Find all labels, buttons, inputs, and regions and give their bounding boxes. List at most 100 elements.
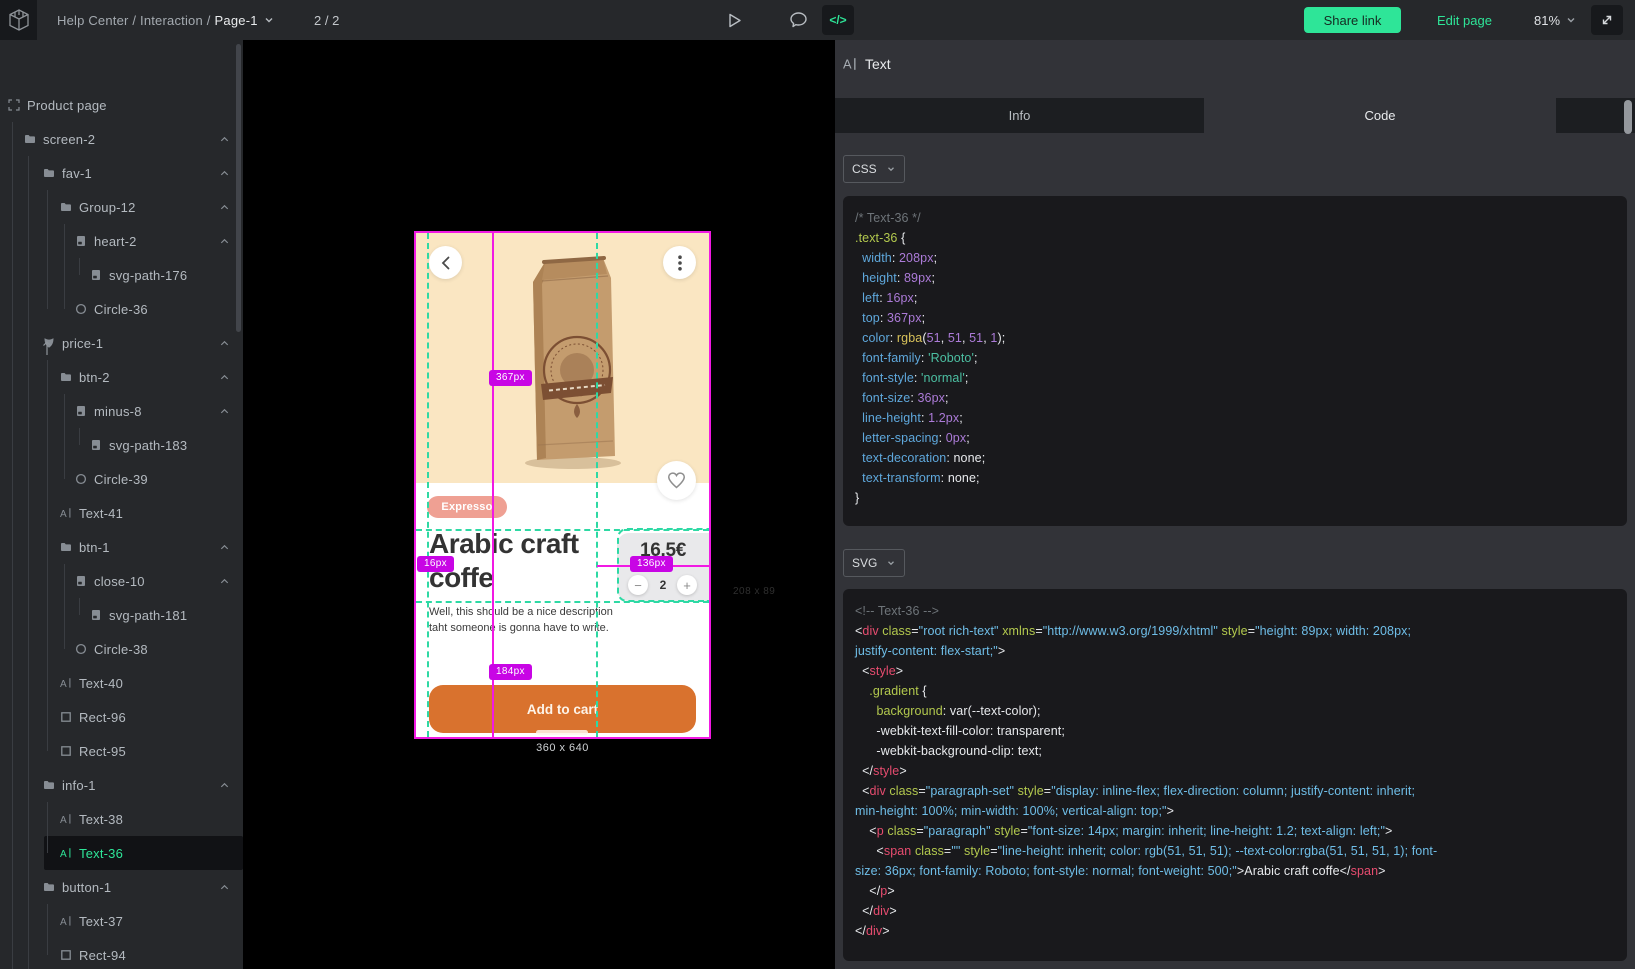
- play-button[interactable]: [719, 5, 751, 35]
- text-layer-icon: A: [843, 57, 857, 71]
- layer-row-svg-path-183[interactable]: svg-path-183: [0, 428, 243, 462]
- panel-scrollbar[interactable]: [1624, 100, 1632, 134]
- layer-row-circle-38[interactable]: Circle-38: [0, 632, 243, 666]
- coffee-bag-image: [511, 248, 635, 477]
- category-tag[interactable]: Expresso: [427, 496, 507, 518]
- layer-row-close-10[interactable]: close-10: [0, 564, 243, 598]
- layer-label: screen-2: [43, 132, 95, 147]
- comment-button[interactable]: [782, 5, 814, 35]
- code-line: justify-content: flex-start;">: [855, 641, 1615, 661]
- layer-label: info-1: [62, 778, 96, 793]
- svg-text:A: A: [60, 509, 67, 519]
- collapse-caret-icon[interactable]: [219, 406, 230, 417]
- breadcrumb[interactable]: Help Center / Interaction / Page-1: [57, 0, 275, 40]
- code-line: letter-spacing: 0px;: [855, 428, 1615, 448]
- svgfile-icon: [75, 575, 87, 587]
- collapse-caret-icon[interactable]: [219, 134, 230, 145]
- layer-label: Text-38: [79, 812, 123, 827]
- canvas[interactable]: Expresso Arabic craft coffe Well, this s…: [243, 40, 835, 969]
- layer-row-circle-39[interactable]: Circle-39: [0, 462, 243, 496]
- svg-format-dropdown[interactable]: SVG: [843, 549, 905, 577]
- circle-icon: [75, 643, 87, 655]
- product-title[interactable]: Arabic craft coffe: [429, 527, 607, 594]
- layer-label: svg-path-183: [109, 438, 187, 453]
- back-button[interactable]: [429, 246, 462, 279]
- layer-label: Text-41: [79, 506, 123, 521]
- artboard-screen[interactable]: Expresso Arabic craft coffe Well, this s…: [416, 233, 709, 737]
- tab-code[interactable]: Code: [1204, 98, 1556, 133]
- layer-row-rect-96[interactable]: Rect-96: [0, 700, 243, 734]
- chevron-down-icon[interactable]: [263, 14, 275, 26]
- layer-row-product page[interactable]: Product page: [0, 88, 243, 122]
- svgfile-icon: [90, 439, 102, 451]
- folder-icon: [60, 371, 72, 383]
- layer-label: Circle-38: [94, 642, 148, 657]
- code-view-button[interactable]: </>: [822, 5, 854, 35]
- collapse-caret-icon[interactable]: [219, 168, 230, 179]
- collapse-caret-icon[interactable]: [219, 202, 230, 213]
- sidebar-scrollbar[interactable]: [236, 44, 241, 332]
- collapse-caret-icon[interactable]: [219, 576, 230, 587]
- svg-code-block[interactable]: <!-- Text-36 --><div class="root rich-te…: [843, 589, 1627, 961]
- add-to-cart-button[interactable]: Add to cart: [429, 685, 696, 733]
- home-indicator: [536, 730, 588, 735]
- layer-label: svg-path-176: [109, 268, 187, 283]
- code-line: top: 367px;: [855, 308, 1615, 328]
- tab-info[interactable]: Info: [835, 98, 1204, 133]
- layer-row-info-1[interactable]: info-1: [0, 768, 243, 802]
- layer-row-circle-36[interactable]: Circle-36: [0, 292, 243, 326]
- collapse-caret-icon[interactable]: [219, 372, 230, 383]
- css-code-block[interactable]: /* Text-36 */.text-36 { width: 208px; he…: [843, 196, 1627, 526]
- layer-label: close-10: [94, 574, 145, 589]
- layer-row-text-40[interactable]: AText-40: [0, 666, 243, 700]
- layer-label: button-1: [62, 880, 111, 895]
- layer-label: fav-1: [62, 166, 92, 181]
- collapse-caret-icon[interactable]: [219, 882, 230, 893]
- layer-row-screen-2[interactable]: screen-2: [0, 122, 243, 156]
- layer-row-text-37[interactable]: AText-37: [0, 904, 243, 938]
- guide-vertical-right: [596, 233, 598, 737]
- guide-vertical-left: [427, 233, 429, 737]
- layer-row-svg-path-181[interactable]: svg-path-181: [0, 598, 243, 632]
- layer-row-group-12[interactable]: Group-12: [0, 190, 243, 224]
- collapse-caret-icon[interactable]: [219, 338, 230, 349]
- layer-row-text-38[interactable]: A Text-38: [0, 802, 243, 836]
- layer-row-btn-2[interactable]: btn-2: [0, 360, 243, 394]
- share-link-button[interactable]: Share link: [1304, 7, 1401, 33]
- text-icon: A: [60, 677, 72, 689]
- folder-icon: [43, 881, 55, 893]
- layer-row-button-1[interactable]: button-1: [0, 870, 243, 904]
- layer-row-text-41[interactable]: A Text-41: [0, 496, 243, 530]
- code-line: </style>: [855, 761, 1615, 781]
- more-options-button[interactable]: [663, 246, 696, 279]
- layer-row-minus-8[interactable]: minus-8: [0, 394, 243, 428]
- css-format-dropdown[interactable]: CSS: [843, 155, 905, 183]
- layer-row-svg-path-176[interactable]: svg-path-176: [0, 258, 243, 292]
- layer-row-fav-1[interactable]: fav-1: [0, 156, 243, 190]
- layer-label: price-1: [62, 336, 103, 351]
- expand-icon: [1600, 13, 1614, 27]
- code-line: text-decoration: none;: [855, 448, 1615, 468]
- code-line: width: 208px;: [855, 248, 1615, 268]
- layer-row-price-1[interactable]: price-1: [0, 326, 243, 360]
- inspector-panel: A Text Info Code CSS /* Text-36 */.text-…: [835, 40, 1635, 969]
- edit-page-link[interactable]: Edit page: [1437, 0, 1492, 40]
- svg-text:A: A: [60, 815, 67, 825]
- layer-row-rect-94[interactable]: Rect-94: [0, 938, 243, 969]
- code-line: height: 89px;: [855, 268, 1615, 288]
- zoom-level-dropdown[interactable]: 81%: [1534, 0, 1577, 40]
- product-description-line2: taht someone is gonna have to write.: [429, 622, 609, 634]
- collapse-caret-icon[interactable]: [219, 780, 230, 791]
- layer-label: Text-37: [79, 914, 123, 929]
- layer-row-heart-2[interactable]: heart-2: [0, 224, 243, 258]
- fullscreen-button[interactable]: [1591, 5, 1623, 35]
- layer-row-btn-1[interactable]: btn-1: [0, 530, 243, 564]
- layer-row-rect-95[interactable]: Rect-95: [0, 734, 243, 768]
- app-logo[interactable]: [0, 0, 37, 40]
- collapse-caret-icon[interactable]: [219, 236, 230, 247]
- favorite-button[interactable]: [657, 461, 696, 500]
- code-line: .gradient {: [855, 681, 1615, 701]
- layer-row-text-36[interactable]: AText-36: [0, 836, 243, 870]
- collapse-caret-icon[interactable]: [219, 542, 230, 553]
- layer-label: heart-2: [94, 234, 137, 249]
